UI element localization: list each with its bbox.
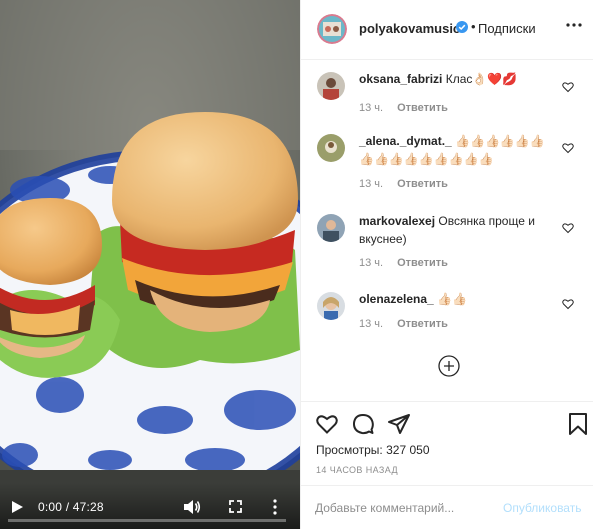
comment-time: 13 ч. — [359, 178, 384, 190]
post-timestamp[interactable]: 14 ЧАСОВ НАЗАД — [316, 465, 398, 475]
plus-circle-icon[interactable] — [438, 355, 460, 377]
comment-item: olenazelena_ 👍🏻👍🏻 13 ч. Ответить — [301, 290, 593, 340]
reply-button[interactable]: Ответить — [397, 257, 448, 269]
commenter-avatar[interactable] — [317, 292, 345, 320]
video-time: 0:00 / 47:28 — [38, 500, 104, 514]
play-icon[interactable] — [10, 500, 24, 514]
like-comment-heart-icon[interactable] — [562, 222, 574, 234]
post-comment-button[interactable]: Опубликовать — [503, 501, 581, 515]
volume-icon[interactable] — [183, 499, 201, 515]
post-header: polyakovamusic • Подписки — [301, 0, 593, 60]
comment-input[interactable] — [315, 498, 495, 518]
comment-time: 13 ч. — [359, 257, 384, 269]
comment-time: 13 ч. — [359, 102, 384, 114]
fullscreen-icon[interactable] — [229, 500, 242, 513]
video-player[interactable]: 0:00 / 47:28 — [0, 0, 300, 529]
comment-username[interactable]: markovalexej — [359, 214, 435, 228]
comment-item: _alena._dymat._ 👍🏻👍🏻👍🏻👍🏻👍🏻👍🏻👍🏻👍🏻👍🏻👍🏻👍🏻👍🏻… — [301, 132, 593, 202]
comment-username[interactable]: olenazelena_ — [359, 292, 434, 306]
more-horizontal-icon[interactable] — [566, 22, 582, 28]
video-progress-bar[interactable] — [8, 519, 286, 522]
commenter-avatar[interactable] — [317, 214, 345, 242]
video-frame — [0, 0, 300, 529]
comment-text: Клас👌🏻❤️💋 — [445, 72, 518, 86]
reply-button[interactable]: Ответить — [397, 102, 448, 114]
comment-username[interactable]: _alena._dymat._ — [359, 134, 452, 148]
comment-composer: Опубликовать — [301, 485, 593, 529]
comment-time: 13 ч. — [359, 318, 384, 330]
more-vertical-icon[interactable] — [270, 498, 280, 516]
comment-text: 👍🏻👍🏻 — [437, 292, 467, 306]
views-count: Просмотры: 327 050 — [316, 443, 430, 457]
bookmark-icon[interactable] — [566, 412, 590, 436]
post-actions: Просмотры: 327 050 14 ЧАСОВ НАЗАД — [301, 401, 593, 485]
commenter-avatar[interactable] — [317, 72, 345, 100]
comment-item: oksana_fabrizi Клас👌🏻❤️💋 13 ч. Ответить — [301, 70, 593, 130]
views-value: 327 050 — [386, 443, 430, 457]
author-username[interactable]: polyakovamusic — [359, 21, 460, 36]
like-comment-heart-icon[interactable] — [562, 142, 574, 154]
comment-icon[interactable] — [351, 412, 375, 436]
verified-badge-icon — [456, 21, 468, 33]
post-panel: polyakovamusic • Подписки oksana_fabrizi… — [300, 0, 593, 529]
following-button[interactable]: Подписки — [478, 21, 536, 36]
reply-button[interactable]: Ответить — [397, 318, 448, 330]
views-label: Просмотры: — [316, 443, 383, 457]
separator-dot: • — [471, 19, 476, 34]
heart-icon[interactable] — [315, 412, 339, 436]
author-avatar[interactable] — [317, 14, 347, 44]
commenter-avatar[interactable] — [317, 134, 345, 162]
reply-button[interactable]: Ответить — [397, 178, 448, 190]
like-comment-heart-icon[interactable] — [562, 298, 574, 310]
comment-username[interactable]: oksana_fabrizi — [359, 72, 442, 86]
like-comment-heart-icon[interactable] — [562, 81, 574, 93]
comment-item: markovalexej Овсянка проще и вкуснее) 13… — [301, 212, 593, 278]
comments-list: oksana_fabrizi Клас👌🏻❤️💋 13 ч. Ответить _… — [301, 60, 593, 400]
share-icon[interactable] — [387, 412, 411, 436]
video-controls: 0:00 / 47:28 — [0, 483, 300, 529]
